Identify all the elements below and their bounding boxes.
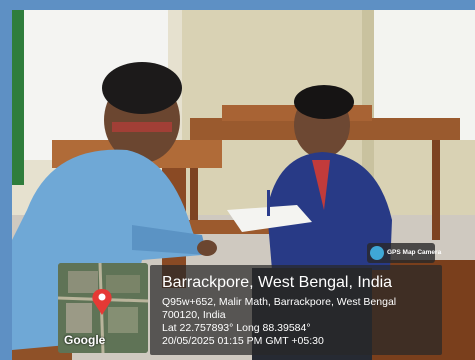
- gps-camera-badge: GPS Map Camera: [367, 243, 441, 263]
- coordinates-line: Lat 22.757893° Long 88.39584°: [162, 322, 311, 334]
- gps-camera-label: GPS Map Camera: [387, 249, 442, 256]
- location-title: Barrackpore, West Bengal, India: [162, 274, 393, 291]
- address-line: Q95w+652, Malir Math, Barrackpore, West …: [162, 296, 397, 308]
- gps-camera-icon: [370, 246, 384, 260]
- timestamp-line: 20/05/2025 01:15 PM GMT +05:30: [162, 335, 324, 347]
- postal-line: 700120, India: [162, 309, 226, 321]
- photo-frame: GPS Map Camera Google Barrackpore, West …: [0, 0, 475, 360]
- google-logo: Google: [64, 333, 106, 347]
- location-overlay: Barrackpore, West Bengal, India Q95w+652…: [150, 265, 442, 355]
- map-thumbnail: Google: [58, 263, 148, 353]
